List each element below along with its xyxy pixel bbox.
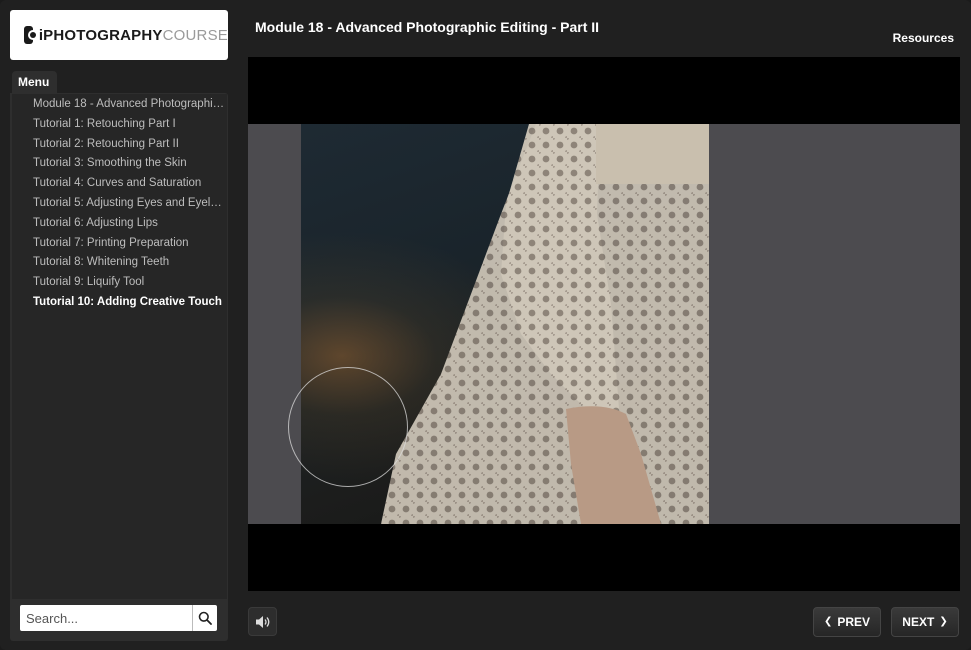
camera-logo-icon <box>24 26 38 44</box>
menu-tab[interactable]: Menu <box>12 71 57 94</box>
search-button[interactable] <box>192 605 217 631</box>
resources-link[interactable]: Resources <box>893 31 954 45</box>
logo-text: iPHOTOGRAPHYCOURSE <box>38 26 228 44</box>
logo[interactable]: iPHOTOGRAPHYCOURSE <box>10 10 228 60</box>
next-button[interactable]: NEXT ❯ <box>891 607 959 637</box>
chevron-right-icon: ❯ <box>939 616 948 627</box>
menu-item[interactable]: Tutorial 4: Curves and Saturation <box>12 173 227 193</box>
app-window: iPHOTOGRAPHYCOURSE Module 18 - Advanced … <box>0 0 971 650</box>
page-title: Module 18 - Advanced Photographic Editin… <box>255 19 600 35</box>
menu-item[interactable]: Tutorial 10: Adding Creative Touch <box>12 292 227 312</box>
chevron-left-icon: ❮ <box>823 616 833 627</box>
editor-canvas <box>248 124 960 524</box>
prev-button[interactable]: ❮ PREV <box>813 607 881 637</box>
video-stage[interactable] <box>248 57 960 591</box>
menu-item[interactable]: Tutorial 7: Printing Preparation <box>12 233 227 253</box>
search-box <box>20 605 217 631</box>
next-label: NEXT <box>902 615 935 629</box>
menu-item[interactable]: Tutorial 3: Smoothing the Skin <box>12 153 227 173</box>
menu-item[interactable]: Tutorial 2: Retouching Part II <box>12 134 227 154</box>
search-icon <box>198 611 212 625</box>
prev-label: PREV <box>837 615 871 629</box>
menu-list: Module 18 - Advanced Photographic Editin… <box>12 94 227 599</box>
menu-item[interactable]: Tutorial 1: Retouching Part I <box>12 114 227 134</box>
brush-cursor <box>288 367 408 487</box>
search-input[interactable] <box>20 605 192 631</box>
menu-item[interactable]: Module 18 - Advanced Photographic Editin… <box>12 94 227 114</box>
menu-item[interactable]: Tutorial 5: Adjusting Eyes and Eyelashes <box>12 193 227 213</box>
sound-button[interactable] <box>248 607 277 636</box>
menu-item[interactable]: Tutorial 8: Whitening Teeth <box>12 252 227 272</box>
speaker-icon <box>255 615 269 628</box>
menu-item[interactable]: Tutorial 9: Liquify Tool <box>12 272 227 292</box>
menu-item[interactable]: Tutorial 6: Adjusting Lips <box>12 213 227 233</box>
